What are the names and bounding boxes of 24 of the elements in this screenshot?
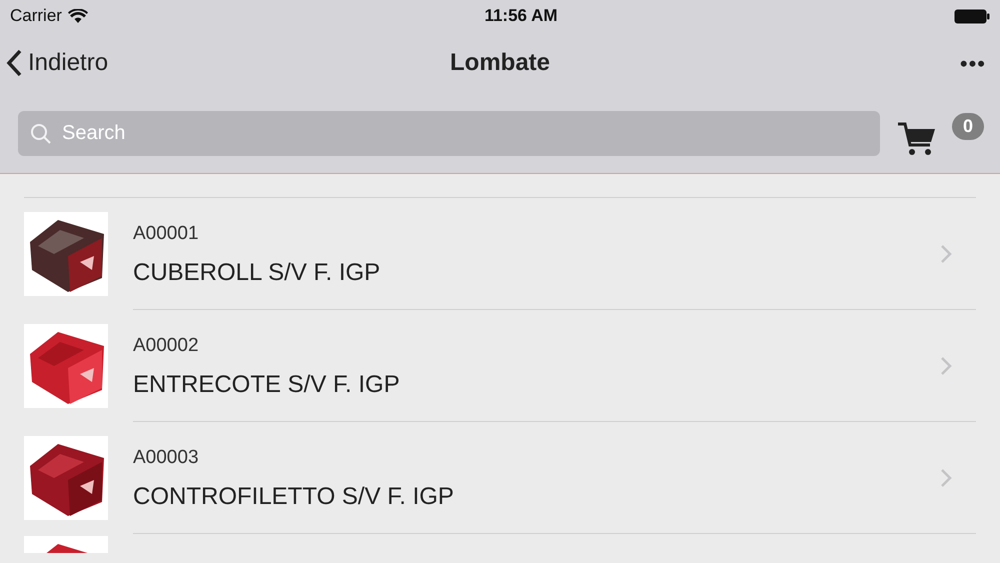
clock-time: 11:56 AM [484, 5, 558, 28]
product-name: ENTRECOTE S/V F. IGP [133, 370, 401, 400]
back-button[interactable]: Indietro [6, 45, 108, 81]
chevron-right-icon [940, 468, 952, 488]
product-row[interactable]: A00003 CONTROFILETTO S/V F. IGP [24, 422, 976, 534]
product-row[interactable]: A00002 ENTRECOTE S/V F. IGP [24, 310, 976, 422]
search-field[interactable]: Search [18, 111, 880, 156]
screen-title: Lombate [450, 48, 550, 78]
product-code: A00002 [133, 334, 200, 358]
product-name: CUBEROLL S/V F. IGP [133, 258, 382, 288]
carrier-label: Carrier [10, 5, 62, 28]
battery-icon [954, 8, 990, 24]
cart-count-badge: 0 [952, 112, 984, 140]
chevron-left-icon [6, 49, 22, 77]
search-icon [30, 123, 52, 145]
wifi-icon [68, 8, 88, 24]
chevron-right-icon [940, 244, 952, 264]
product-code: A00003 [133, 446, 200, 470]
chevron-right-icon [940, 356, 952, 376]
product-row[interactable]: A00001 CUBEROLL S/V F. IGP [24, 198, 976, 310]
product-name: CONTROFILETTO S/V F. IGP [133, 482, 455, 512]
more-button[interactable]: ••• [960, 46, 994, 80]
cart-icon[interactable] [898, 120, 936, 156]
product-code: A00001 [133, 222, 200, 246]
